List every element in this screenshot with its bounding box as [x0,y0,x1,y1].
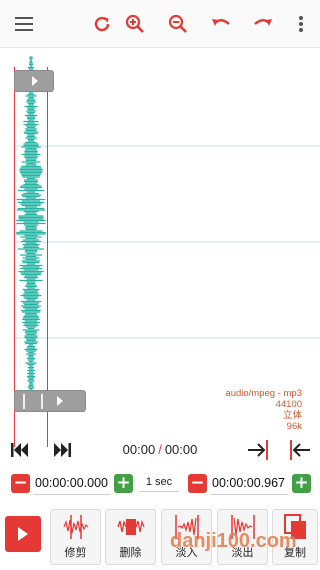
play-arrow-icon [32,76,38,86]
menu-icon[interactable] [10,10,38,38]
fade-out-button[interactable]: 淡出 [217,509,268,565]
play-icon [18,527,28,541]
fade-in-icon [175,515,199,539]
trim-button[interactable]: 修剪 [50,509,101,565]
redo-icon[interactable] [249,10,277,38]
skip-to-start-icon[interactable] [10,442,30,458]
copy-icon [284,514,306,539]
step-size-select[interactable]: 1 sec [139,476,179,492]
waveform-path [16,56,46,409]
jump-to-end-marker-icon[interactable] [246,439,270,461]
more-vert-icon[interactable] [287,10,315,38]
zoom-out-icon[interactable] [164,10,192,38]
file-info: audio/mpeg - mp3 44100 立体 96k [225,388,302,432]
grip-line [41,394,43,409]
waveform [16,56,46,409]
current-time: 00:00 [122,442,156,457]
refresh-icon[interactable] [88,10,116,38]
start-decrement-button[interactable]: − [11,474,30,493]
fade-in-label: 淡入 [175,546,198,559]
time-separator: / [158,442,162,457]
end-handle[interactable] [14,390,86,412]
delete-icon [117,519,145,535]
undo-icon[interactable] [207,10,235,38]
play-button[interactable] [5,516,41,552]
end-increment-button[interactable]: + [292,474,311,493]
end-time-field[interactable]: 00:00:00.967 [210,473,288,495]
fade-out-label: 淡出 [231,546,254,559]
channels: 立体 [282,410,302,421]
skip-to-end-icon[interactable] [52,442,72,458]
mime-type: audio/mpeg - mp3 [225,388,302,399]
total-time: 00:00 [164,442,198,457]
transport-bar: 00:00/00:00 [0,434,320,466]
copy-label: 复制 [284,546,306,559]
action-bar: 修剪 删除 淡入 淡出 复制 [0,507,320,570]
fade-in-button[interactable]: 淡入 [161,509,212,565]
waveform-area[interactable]: audio/mpeg - mp3 44100 立体 96k [0,49,320,447]
time-edit-row: − 00:00:00.000 + 1 sec − 00:00:00.967 + [0,470,320,500]
sample-rate: 44100 [275,399,302,410]
zoom-in-icon[interactable] [121,10,149,38]
fade-out-icon [231,515,255,539]
time-display: 00:00/00:00 [110,442,210,457]
waveform-canvas[interactable] [0,49,320,434]
start-time-field[interactable]: 00:00:00.000 [33,473,111,495]
bitrate: 96k [286,421,302,432]
top-toolbar [0,0,320,48]
jump-to-start-marker-icon[interactable] [288,439,312,461]
end-decrement-button[interactable]: − [188,474,207,493]
start-increment-button[interactable]: + [114,474,133,493]
trim-icon [63,515,89,539]
delete-label: 删除 [119,546,142,559]
delete-button[interactable]: 删除 [105,509,156,565]
start-handle[interactable] [14,70,54,92]
trim-label: 修剪 [64,546,87,559]
grip-line [23,394,25,409]
copy-button[interactable]: 复制 [272,509,318,565]
play-arrow-icon [57,396,63,406]
